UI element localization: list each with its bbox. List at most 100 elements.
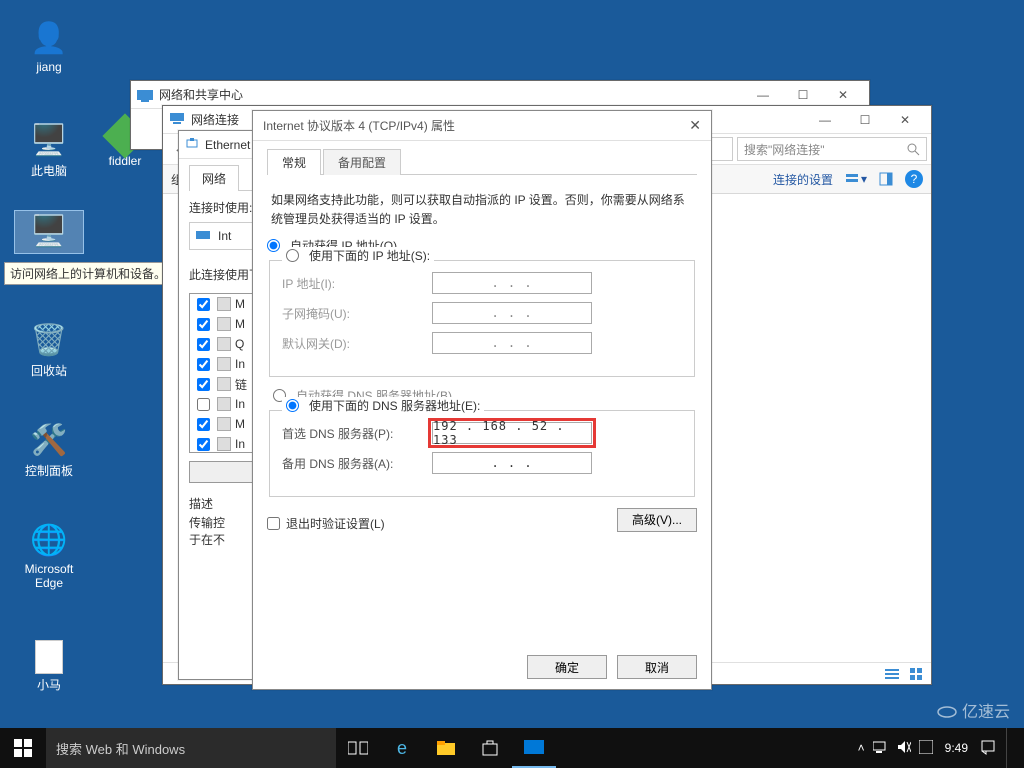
edge-icon: 🌐 (29, 520, 69, 560)
taskbar-clock[interactable]: 9:49 (945, 741, 968, 755)
ethernet-icon (185, 136, 199, 153)
taskbar-store[interactable] (468, 728, 512, 768)
dialog-title: Internet 协议版本 4 (TCP/IPv4) 属性 (263, 117, 455, 134)
radio-input[interactable] (286, 249, 299, 262)
ok-button[interactable]: 确定 (527, 655, 607, 679)
taskbar-explorer[interactable] (424, 728, 468, 768)
taskview-icon (348, 740, 368, 756)
nc-icon (169, 110, 185, 129)
start-button[interactable] (0, 728, 46, 768)
taskbar: 搜索 Web 和 Windows e ˄ 9:49 (0, 728, 1024, 768)
folder-icon (436, 740, 456, 756)
preview-pane-button[interactable] (879, 172, 893, 186)
taskbar-search[interactable]: 搜索 Web 和 Windows (46, 728, 336, 768)
large-icons-view-icon[interactable] (909, 667, 923, 681)
group-manual-dns: 使用下面的 DNS 服务器地址(E): 首选 DNS 服务器(P):192 . … (269, 410, 695, 497)
search-placeholder: 搜索 Web 和 Windows (56, 739, 185, 758)
desktop-icon-edge[interactable]: 🌐 Microsoft Edge (14, 520, 84, 590)
ip-address-field[interactable]: . . . (432, 272, 592, 294)
desktop-icon-controlpanel[interactable]: 🛠️ 控制面板 (14, 420, 84, 479)
view-options-button[interactable]: ▾ (845, 172, 867, 186)
tray-ime-icon[interactable] (919, 740, 933, 757)
tab-alternate[interactable]: 备用配置 (323, 149, 401, 175)
adapter-name: Int (218, 229, 231, 243)
search-icon (906, 142, 920, 156)
app-icon (524, 740, 544, 754)
close-button[interactable]: ✕ (885, 107, 925, 133)
help-button[interactable]: ? (905, 170, 923, 188)
icon-label: 此电脑 (14, 162, 84, 179)
desktop-icon-network[interactable]: 🖥️ (14, 210, 84, 254)
maximize-button[interactable]: ☐ (783, 82, 823, 108)
show-desktop-button[interactable] (1006, 728, 1012, 768)
tray-volume-icon[interactable] (897, 740, 911, 757)
checkbox-input[interactable] (267, 517, 280, 530)
gateway-field[interactable]: . . . (432, 332, 592, 354)
taskbar-edge[interactable]: e (380, 728, 424, 768)
search-input[interactable]: 搜索"网络连接" (737, 137, 927, 161)
icon-label: 控制面板 (14, 462, 84, 479)
advanced-button[interactable]: 高级(V)... (617, 508, 697, 532)
taskbar-app[interactable] (512, 728, 556, 768)
cancel-button[interactable]: 取消 (617, 655, 697, 679)
desktop-icon-user[interactable]: 👤 jiang (14, 18, 84, 74)
cmd-link[interactable]: 连接的设置 (773, 171, 833, 188)
search-placeholder: 搜索"网络连接" (744, 141, 825, 158)
adapter-icon (196, 229, 212, 243)
close-button[interactable]: ✕ (671, 117, 701, 134)
system-tray: ˄ 9:49 (846, 728, 1024, 768)
user-folder-icon: 👤 (29, 18, 69, 58)
cloud-icon (936, 702, 958, 718)
store-icon (481, 739, 499, 757)
icon-label: 小马 (14, 676, 84, 693)
preferred-dns-field[interactable]: 192 . 168 . 52 . 133 (432, 422, 592, 444)
maximize-button[interactable]: ☐ (845, 107, 885, 133)
desktop-icon-thispc[interactable]: 🖥️ 此电脑 (14, 120, 84, 179)
close-button[interactable]: ✕ (823, 82, 863, 108)
minimize-button[interactable]: — (805, 107, 845, 133)
control-panel-icon: 🛠️ (29, 420, 69, 460)
tooltip: 访问网络上的计算机和设备。 (4, 262, 172, 285)
clock-time: 9:49 (945, 741, 968, 755)
window-title: Ethernet (205, 138, 250, 152)
tray-network-icon[interactable] (873, 740, 889, 757)
icon-label: jiang (14, 60, 84, 74)
label-preferred-dns: 首选 DNS 服务器(P): (282, 425, 432, 442)
subnet-mask-field[interactable]: . . . (432, 302, 592, 324)
label-mask: 子网掩码(U): (282, 305, 432, 322)
label-ip: IP 地址(I): (282, 275, 432, 292)
radio-input[interactable] (286, 399, 299, 412)
recycle-bin-icon: 🗑️ (29, 320, 69, 360)
group-manual-ip: 使用下面的 IP 地址(S): IP 地址(I):. . . 子网掩码(U):.… (269, 260, 695, 377)
details-view-icon[interactable] (885, 667, 899, 681)
icon-label: 回收站 (14, 362, 84, 379)
desktop-icon-recycle[interactable]: 🗑️ 回收站 (14, 320, 84, 379)
nsc-icon (137, 87, 153, 103)
network-icon: 🖥️ (29, 211, 69, 251)
window-title: 网络连接 (191, 111, 239, 128)
computer-icon: 🖥️ (29, 120, 69, 160)
edge-icon: e (397, 738, 407, 759)
dialog-ipv4-properties: Internet 协议版本 4 (TCP/IPv4) 属性 ✕ 常规 备用配置 … (252, 110, 712, 690)
radio-manual-dns[interactable]: 使用下面的 DNS 服务器地址(E): (282, 397, 484, 414)
info-text: 如果网络支持此功能，则可以获取自动指派的 IP 设置。否则，你需要从网络系统管理… (271, 191, 693, 229)
desktop-icon-xiaoma[interactable]: 小马 (14, 640, 84, 693)
watermark: 亿速云 (936, 698, 1010, 722)
alternate-dns-field[interactable]: . . . (432, 452, 592, 474)
minimize-button[interactable]: — (743, 82, 783, 108)
radio-manual-ip[interactable]: 使用下面的 IP 地址(S): (282, 247, 434, 264)
tab-strip: 常规 备用配置 (267, 149, 697, 175)
tray-chevron-up-icon[interactable]: ˄ (858, 741, 865, 755)
tab-network[interactable]: 网络 (189, 165, 239, 191)
taskview-button[interactable] (336, 728, 380, 768)
radio-input[interactable] (267, 239, 280, 252)
text-file-icon (35, 640, 63, 674)
notifications-button[interactable] (980, 739, 996, 758)
icon-label: Microsoft Edge (14, 562, 84, 590)
titlebar[interactable]: Internet 协议版本 4 (TCP/IPv4) 属性 ✕ (253, 111, 711, 141)
checkbox-validate[interactable]: 退出时验证设置(L) (267, 515, 385, 532)
windows-icon (14, 739, 32, 757)
label-alternate-dns: 备用 DNS 服务器(A): (282, 455, 432, 472)
tab-general[interactable]: 常规 (267, 149, 321, 175)
window-title: 网络和共享中心 (159, 86, 243, 103)
